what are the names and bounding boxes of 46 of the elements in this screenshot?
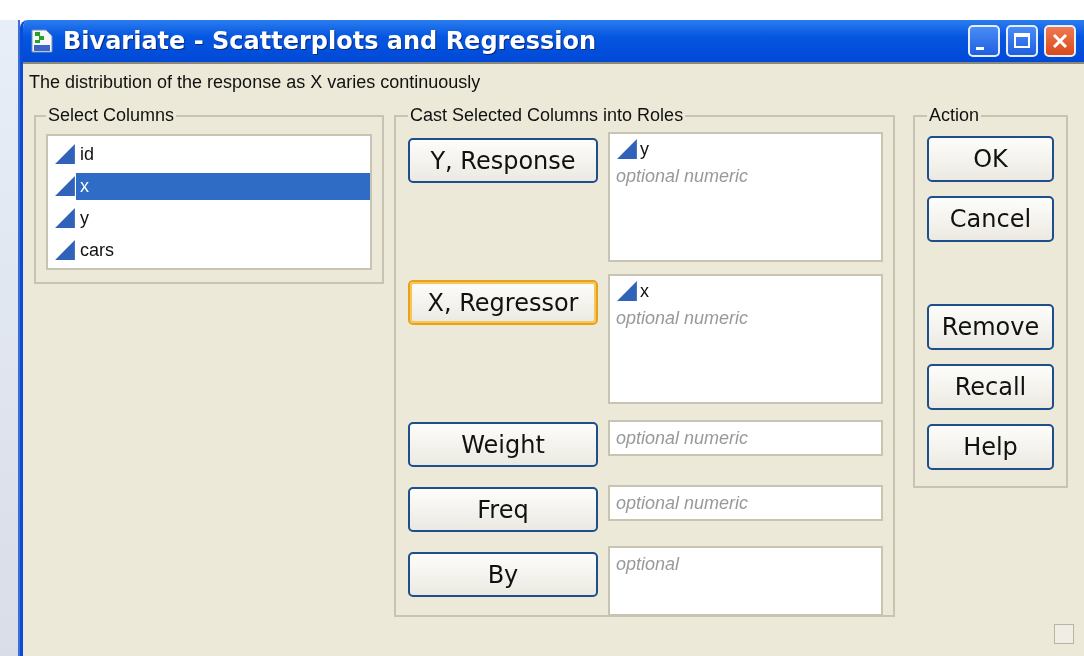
action-button[interactable]: Help — [927, 424, 1054, 470]
placeholder-text: optional — [616, 554, 681, 575]
column-name: y — [640, 138, 649, 160]
column-list-item[interactable]: y — [48, 202, 370, 234]
column-name: y — [79, 206, 90, 230]
document-icon — [31, 29, 53, 53]
column-name: cars — [79, 238, 115, 262]
role-field[interactable]: y optional numeric — [608, 132, 883, 262]
column-list-item[interactable]: x — [48, 170, 370, 202]
continuous-icon — [54, 239, 76, 261]
column-name: x — [76, 172, 370, 200]
minimize-button[interactable] — [968, 25, 1000, 57]
role-button[interactable]: Weight — [408, 422, 598, 467]
action-button[interactable]: Cancel — [927, 196, 1054, 242]
continuous-icon — [54, 207, 76, 229]
close-icon — [1050, 31, 1070, 51]
window-title: Bivariate - Scatterplots and Regression — [63, 27, 598, 55]
role-button[interactable]: Freq — [408, 487, 598, 532]
placeholder-text: optional numeric — [616, 492, 750, 514]
action-button[interactable]: Remove — [927, 304, 1054, 350]
maximize-icon — [1012, 31, 1032, 51]
column-list-item[interactable]: cars — [48, 234, 370, 266]
panel-title: Select Columns — [47, 105, 176, 126]
panel-title: Action — [928, 105, 981, 126]
placeholder-text: optional numeric — [616, 427, 750, 449]
role-button[interactable]: Y, Response — [408, 138, 598, 183]
continuous-icon — [54, 175, 76, 197]
action-button[interactable]: Recall — [927, 364, 1054, 410]
column-list-item[interactable]: id — [48, 138, 370, 170]
role-button[interactable]: By — [408, 552, 598, 597]
panel-title: Cast Selected Columns into Roles — [409, 105, 685, 126]
resize-grip[interactable] — [1054, 624, 1074, 644]
role-field[interactable]: x optional numeric — [608, 274, 883, 404]
continuous-icon — [54, 143, 76, 165]
maximize-button[interactable] — [1006, 25, 1038, 57]
continuous-icon — [616, 280, 638, 302]
placeholder-text: optional numeric — [616, 166, 750, 187]
placeholder-text: optional numeric — [616, 308, 750, 329]
action-button[interactable]: OK — [927, 136, 1054, 182]
minimize-icon — [976, 46, 984, 50]
column-name: id — [79, 142, 95, 166]
role-button[interactable]: X, Regressor — [408, 280, 598, 325]
close-button[interactable] — [1044, 25, 1076, 57]
description-text: The distribution of the response as X varies continuously — [29, 72, 482, 93]
continuous-icon — [616, 138, 638, 160]
column-name: x — [640, 280, 649, 302]
